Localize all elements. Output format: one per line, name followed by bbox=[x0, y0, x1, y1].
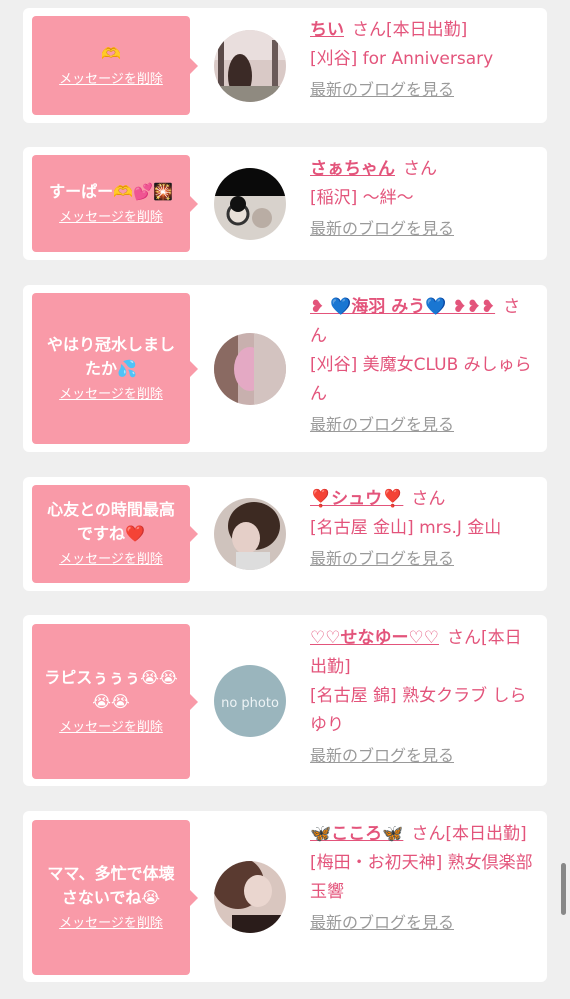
girl-name-link[interactable]: ♡♡せなゆー♡♡ bbox=[310, 628, 439, 648]
message-card: ラピスぅぅぅ😭😭😭😭 メッセージを削除 no photo ♡♡せなゆー♡♡ さん[… bbox=[23, 615, 547, 786]
name-suffix: さん[本日出勤] bbox=[411, 824, 527, 844]
girl-name-link[interactable]: 🦋こころ🦋 bbox=[310, 824, 403, 844]
avatar[interactable]: no photo bbox=[214, 665, 286, 737]
message-text: 心友との時間最高ですね❤️ bbox=[47, 500, 175, 543]
shop-name: [名古屋 錦] 熟女クラブ しらゆり bbox=[310, 686, 527, 735]
avatar[interactable] bbox=[214, 333, 286, 405]
girl-info: 🦋こころ🦋 さん[本日出勤] [梅田・お初天神] 熟女倶楽部 玉響 最新のブログを… bbox=[310, 820, 534, 935]
girl-info: ちい さん[本日出勤] [刈谷] for Anniversary 最新のブログを見… bbox=[310, 16, 534, 102]
shop-name: [名古屋 金山] mrs.J 金山 bbox=[310, 518, 502, 538]
scrollbar[interactable] bbox=[561, 863, 566, 915]
message-bubble: 心友との時間最高ですね❤️ メッセージを削除 bbox=[32, 485, 198, 583]
name-suffix: さん bbox=[411, 489, 446, 509]
shop-name: [刈谷] 美魔女CLUB みしゅらん bbox=[310, 355, 532, 404]
latest-blog-link[interactable]: 最新のブログを見る bbox=[310, 78, 454, 102]
message-bubble: 🫶 メッセージを削除 bbox=[32, 16, 198, 115]
message-text: やはり冠水しましたか💦 bbox=[46, 334, 175, 378]
girl-name-link[interactable]: さぁちゃん bbox=[310, 159, 395, 179]
name-suffix: さん bbox=[403, 159, 437, 179]
message-text: ママ、多忙で体壊さないでね😭 bbox=[47, 863, 175, 907]
message-bubble: ママ、多忙で体壊さないでね😭 メッセージを削除 bbox=[32, 820, 198, 975]
message-card: すーぱー🫶💕🎇 メッセージを削除 さぁちゃん さん [稲沢] ～絆～ 最新のブログ… bbox=[23, 147, 547, 260]
name-line: ♡♡せなゆー♡♡ さん[本日出勤] bbox=[310, 624, 534, 682]
delete-message-link[interactable]: メッセージを削除 bbox=[59, 550, 163, 570]
latest-blog-link[interactable]: 最新のブログを見る bbox=[310, 744, 454, 768]
girl-name-link[interactable]: ❥ 💙海羽 みう💙 ❥❥❥ bbox=[310, 297, 495, 317]
message-bubble: すーぱー🫶💕🎇 メッセージを削除 bbox=[32, 155, 198, 252]
delete-message-link[interactable]: メッセージを削除 bbox=[59, 208, 163, 228]
latest-blog-link[interactable]: 最新のブログを見る bbox=[310, 911, 454, 935]
name-line: ❥ 💙海羽 みう💙 ❥❥❥ さん bbox=[310, 293, 534, 351]
message-card: ママ、多忙で体壊さないでね😭 メッセージを削除 🦋こころ🦋 さん[本日出勤] [梅… bbox=[23, 811, 547, 982]
message-text: ラピスぅぅぅ😭😭😭😭 bbox=[44, 667, 178, 711]
name-line: さぁちゃん さん bbox=[310, 155, 534, 184]
no-photo-text: no photo bbox=[221, 696, 279, 711]
girl-info: ❥ 💙海羽 みう💙 ❥❥❥ さん [刈谷] 美魔女CLUB みしゅらん 最新のブロ… bbox=[310, 293, 534, 437]
girl-info: ❣️シュウ❣️ さん [名古屋 金山] mrs.J 金山 最新のブログを見る bbox=[310, 485, 534, 571]
latest-blog-link[interactable]: 最新のブログを見る bbox=[310, 413, 454, 437]
latest-blog-link[interactable]: 最新のブログを見る bbox=[310, 217, 454, 241]
delete-message-link[interactable]: メッセージを削除 bbox=[59, 70, 163, 90]
avatar[interactable] bbox=[214, 168, 286, 240]
shop-name: [梅田・お初天神] 熟女倶楽部 玉響 bbox=[310, 853, 533, 902]
avatar[interactable] bbox=[214, 30, 286, 102]
girl-name-link[interactable]: ちい bbox=[310, 20, 344, 40]
girl-info: ♡♡せなゆー♡♡ さん[本日出勤] [名古屋 錦] 熟女クラブ しらゆり 最新のブ… bbox=[310, 624, 534, 768]
shop-name: [稲沢] ～絆～ bbox=[310, 188, 414, 208]
name-suffix: さん[本日出勤] bbox=[352, 20, 468, 40]
avatar[interactable] bbox=[214, 861, 286, 933]
message-card: 🫶 メッセージを削除 ちい さん[本日出勤] [刈谷] for Anniversa… bbox=[23, 8, 547, 123]
girl-name-link[interactable]: ❣️シュウ❣️ bbox=[310, 489, 403, 509]
delete-message-link[interactable]: メッセージを削除 bbox=[59, 385, 163, 405]
avatar[interactable] bbox=[214, 498, 286, 570]
latest-blog-link[interactable]: 最新のブログを見る bbox=[310, 547, 454, 571]
name-line: 🦋こころ🦋 さん[本日出勤] bbox=[310, 820, 534, 849]
message-bubble: やはり冠水しましたか💦 メッセージを削除 bbox=[32, 293, 198, 444]
name-line: ちい さん[本日出勤] bbox=[310, 16, 534, 45]
delete-message-link[interactable]: メッセージを削除 bbox=[59, 914, 163, 934]
message-text: すーぱー🫶💕🎇 bbox=[49, 181, 173, 201]
name-line: ❣️シュウ❣️ さん bbox=[310, 485, 534, 514]
delete-message-link[interactable]: メッセージを削除 bbox=[59, 718, 163, 738]
message-text: 🫶 bbox=[101, 43, 121, 63]
message-card: 心友との時間最高ですね❤️ メッセージを削除 ❣️シュウ❣️ さん [名古屋 金山… bbox=[23, 477, 547, 591]
shop-name: [刈谷] for Anniversary bbox=[310, 49, 494, 69]
message-bubble: ラピスぅぅぅ😭😭😭😭 メッセージを削除 bbox=[32, 624, 198, 779]
girl-info: さぁちゃん さん [稲沢] ～絆～ 最新のブログを見る bbox=[310, 155, 534, 241]
message-card: やはり冠水しましたか💦 メッセージを削除 ❥ 💙海羽 みう💙 ❥❥❥ さん [刈谷… bbox=[23, 285, 547, 452]
